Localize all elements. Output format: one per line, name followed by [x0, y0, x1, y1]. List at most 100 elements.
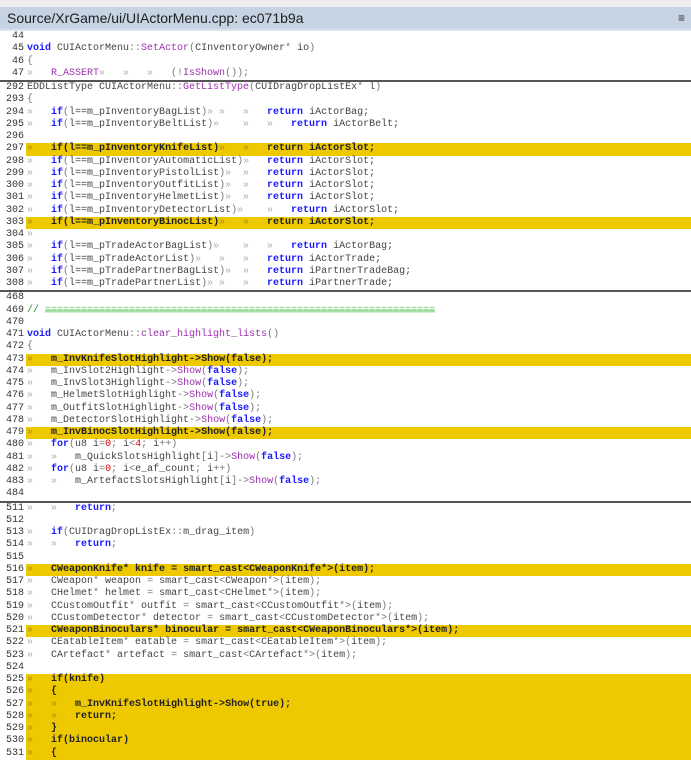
code-line: 522 CEatableItem* eatable = smart_cast<C…	[0, 637, 691, 649]
code-token: ;	[111, 539, 118, 551]
tab-marker-icon	[243, 241, 267, 252]
line-number: 516	[5, 563, 24, 575]
code-token: helmet	[99, 588, 148, 600]
code-token: Show	[189, 402, 214, 414]
code-token: iPartnerTradeBag;	[303, 265, 412, 277]
line-number: 292	[5, 82, 24, 93]
code-text	[26, 229, 691, 241]
highlighted-code-line: 525 if(knife)	[0, 674, 691, 687]
code-token: CArtefact	[249, 649, 304, 661]
line-number: 295	[5, 118, 24, 130]
tab-marker-icon	[27, 192, 51, 203]
highlighted-code-line: 527 m_InvKnifeSlotHighlight->Show(true);	[0, 698, 691, 711]
code-token: CUIDragDropListEx	[255, 82, 358, 93]
code-token: if	[51, 143, 64, 155]
line-number: 512	[5, 514, 24, 526]
code-line: 474 m_InvSlot2Highlight->Show(false);	[0, 366, 691, 378]
code-token: iActorSlot;	[327, 204, 400, 216]
tab-marker-icon	[243, 217, 267, 228]
code-token: l==m_pTradePartnerBagList	[69, 265, 220, 277]
code-token: m_InvBinocSlotHighlight	[51, 427, 190, 438]
code-token: if	[51, 265, 64, 277]
code-token: CUIActorMenu	[51, 329, 130, 340]
line-number: 482	[5, 463, 24, 475]
line-number: 480	[5, 439, 24, 451]
tab-marker-icon	[99, 68, 123, 79]
code-token: smart_cast	[153, 588, 220, 600]
code-line: 480 for(u8 i=0; i<4; i++)	[0, 439, 691, 451]
code-token: return	[267, 155, 304, 167]
code-token: );	[249, 402, 262, 414]
code-line: 475 m_InvSlot3Highlight->Show(false);	[0, 378, 691, 390]
code-token: CHelmet	[225, 588, 268, 600]
code-token: if	[51, 278, 64, 289]
code-text: if(binocular)	[26, 735, 691, 748]
code-token: knife	[129, 563, 172, 575]
code-token: if	[51, 674, 64, 685]
code-token: false	[261, 451, 292, 463]
code-token: m_InvSlot2Highlight	[51, 365, 166, 377]
tab-marker-icon	[147, 68, 171, 79]
code-view[interactable]: 44 45 void CUIActorMenu::SetActor(CInvento…	[0, 31, 691, 760]
code-token: );	[237, 365, 250, 377]
hamburger-menu-icon[interactable]: ≡	[678, 12, 685, 24]
code-token: iActorTrade;	[303, 253, 382, 265]
code-token: iActorBag;	[303, 106, 370, 118]
code-token: {	[27, 341, 34, 353]
code-line: 483 m_ArtefactSlotsHighlight[i]->Show(fa…	[0, 476, 691, 488]
line-number: 297	[5, 143, 24, 155]
code-token: eatable	[129, 637, 184, 649]
code-token: );	[279, 698, 292, 710]
line-number: 45	[11, 43, 24, 55]
code-text: if(l==m_pTradePartnerBagList) return iPa…	[26, 266, 691, 278]
code-token: if	[51, 204, 64, 216]
tab-marker-icon	[27, 625, 51, 636]
code-line: 469// ==================================…	[0, 304, 691, 317]
code-token: m_InvSlot3Highlight	[51, 378, 166, 389]
highlighted-code-line: 473 m_InvKnifeSlotHighlight->Show(false)…	[0, 353, 691, 366]
tab-marker-icon	[27, 613, 51, 624]
code-token: if	[51, 118, 64, 130]
highlighted-code-line: 526 {	[0, 686, 691, 699]
code-token: return	[267, 167, 304, 179]
code-token: item	[393, 612, 418, 624]
code-line: 298 if(l==m_pInventoryAutomaticList) ret…	[0, 156, 691, 168]
code-token: return	[267, 278, 304, 289]
code-token: CWeapon	[225, 576, 268, 587]
line-number: 306	[5, 253, 24, 265]
code-line: 482 for(u8 i=0; i<e_af_count; i++)	[0, 464, 691, 476]
code-token: )	[375, 82, 382, 93]
code-token: m_HelmetSlotHighlight	[51, 390, 178, 402]
code-token: ());	[225, 67, 250, 79]
code-text: m_OutfitSlotHighlight->Show(false);	[26, 403, 691, 415]
code-text: if(l==m_pInventoryAutomaticList) return …	[26, 156, 691, 168]
code-token: *>(	[333, 637, 352, 649]
code-token: if	[51, 253, 64, 265]
tab-marker-icon	[27, 180, 51, 191]
code-line: 515	[0, 552, 691, 564]
code-token: )	[99, 674, 106, 685]
code-token: false	[279, 476, 310, 487]
code-token: ->	[213, 698, 226, 710]
code-token: );	[363, 563, 376, 575]
code-line: 481 m_QuickSlotsHighlight[i]->Show(false…	[0, 452, 691, 464]
line-number: 308	[5, 278, 24, 289]
code-token: return	[267, 143, 304, 155]
tab-marker-icon	[51, 476, 75, 487]
code-text: CArtefact* artefact = smart_cast<CArtefa…	[26, 650, 691, 662]
tab-marker-icon	[27, 637, 51, 648]
code-text: return;	[26, 503, 691, 515]
code-token: l==m_pTradePartnerList	[69, 278, 202, 289]
line-number: 478	[5, 414, 24, 426]
line-number: 302	[5, 204, 24, 216]
file-title: Source/XrGame/ui/UIActorMenu.cpp: ec071b…	[7, 10, 304, 26]
code-text: CWeaponBinoculars* binocular = smart_cas…	[26, 625, 691, 638]
code-token: if	[51, 192, 64, 204]
tab-marker-icon	[27, 601, 51, 612]
code-line: 513 if(CUIDragDropListEx::m_drag_item)	[0, 527, 691, 539]
